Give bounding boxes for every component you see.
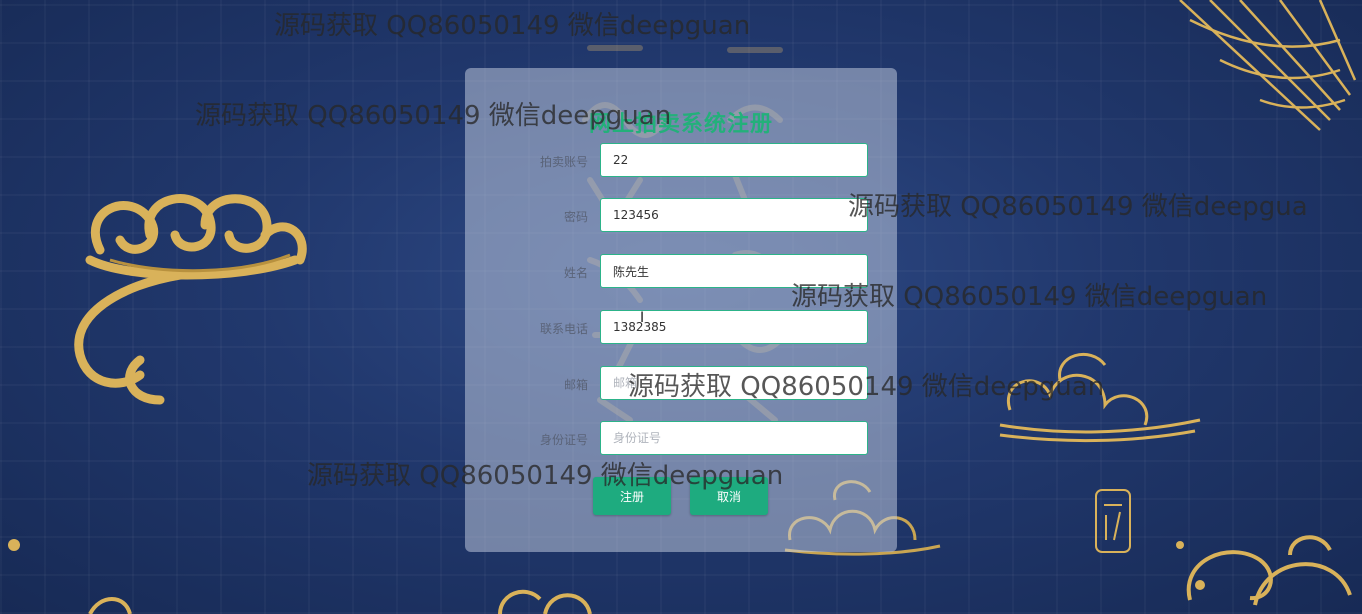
- field-row-id-number: 身份证号: [465, 421, 897, 457]
- watermark-text: 源码获取 QQ86050149 微信deepgua: [848, 192, 1308, 222]
- fan-ornament: [1179, 0, 1357, 131]
- text-cursor-icon: I: [640, 310, 645, 326]
- password-label: 密码: [563, 210, 588, 224]
- seal-ornament: [1095, 489, 1131, 553]
- watermark-text: 源码获取 QQ86050149 微信deepguan: [274, 11, 751, 41]
- id-number-label: 身份证号: [539, 433, 588, 447]
- email-input[interactable]: [600, 366, 868, 400]
- email-label: 邮箱: [563, 378, 588, 392]
- account-label: 拍卖账号: [539, 155, 588, 169]
- id-number-input[interactable]: [600, 421, 868, 455]
- field-row-phone: 联系电话: [465, 310, 897, 346]
- right-cloud-ornament: [999, 352, 1201, 443]
- register-button[interactable]: 注册: [593, 477, 671, 515]
- register-panel: 网上拍卖系统注册 拍卖账号 密码 姓名 联系电话 邮箱 身份证号 注册 取消: [465, 68, 897, 552]
- phone-label: 联系电话: [539, 322, 588, 336]
- name-input[interactable]: [600, 254, 868, 288]
- field-row-account: 拍卖账号: [465, 143, 897, 179]
- field-row-name: 姓名: [465, 254, 897, 290]
- golden-cloud-ornament: [74, 194, 307, 405]
- name-label: 姓名: [563, 266, 588, 280]
- page-title: 网上拍卖系统注册: [588, 112, 773, 137]
- cancel-button[interactable]: 取消: [690, 477, 768, 515]
- account-input[interactable]: [600, 143, 868, 177]
- password-input[interactable]: [600, 198, 868, 232]
- field-row-password: 密码: [465, 198, 897, 234]
- field-row-email: 邮箱: [465, 366, 897, 402]
